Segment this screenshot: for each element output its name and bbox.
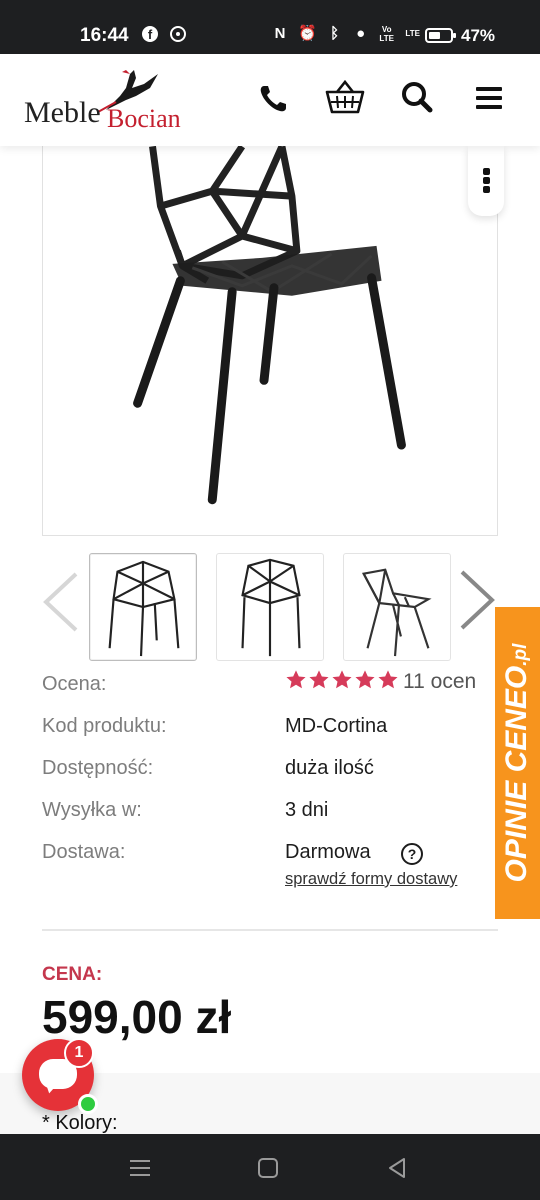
menu-button[interactable] — [467, 76, 511, 120]
cart-button[interactable] — [323, 76, 367, 120]
star-icon — [286, 670, 306, 689]
shipping-time-label: Wysyłka w: — [42, 799, 142, 821]
dot-icon — [483, 177, 490, 184]
phone-icon — [260, 86, 286, 112]
home-icon — [258, 1158, 278, 1178]
chair-thumbnail — [108, 560, 180, 657]
recents-button[interactable] — [126, 1154, 154, 1182]
phone-button[interactable] — [252, 76, 296, 120]
more-options-button[interactable] — [468, 146, 504, 216]
rating-stars — [285, 669, 399, 691]
battery-percent: 47% — [461, 26, 496, 45]
online-status-indicator — [78, 1094, 98, 1114]
system-navigation-bar — [0, 1134, 540, 1200]
back-button[interactable] — [383, 1154, 411, 1182]
menu-icon — [476, 87, 502, 109]
chair-image — [133, 144, 406, 505]
colors-label: * Kolory: — [42, 1112, 118, 1134]
star-icon — [332, 670, 352, 689]
facebook-icon: f — [142, 26, 158, 42]
delivery-options-link[interactable]: sprawdź formy dostawy — [285, 870, 457, 889]
home-button[interactable] — [254, 1154, 282, 1182]
signal-icon: LTE — [405, 29, 420, 38]
product-price: 599,00 zł — [42, 991, 232, 1043]
ceneo-tab-label: OPINIE CENEO.pl — [500, 644, 534, 883]
site-header: Meble Bocian — [0, 54, 540, 146]
podcast-icon — [170, 26, 186, 42]
thumbnail-prev-button[interactable] — [40, 572, 80, 632]
rating-label: Ocena: — [42, 673, 107, 695]
thumbnail-3[interactable] — [343, 553, 451, 661]
dot-icon — [483, 186, 490, 193]
ceneo-reviews-tab[interactable]: OPINIE CENEO.pl — [495, 607, 540, 919]
logo-text-bocian: Bocian — [107, 104, 181, 133]
shipping-time-value: 3 dni — [285, 799, 329, 821]
chevron-right-icon — [460, 570, 495, 630]
star-icon — [309, 670, 329, 689]
chevron-left-icon — [43, 572, 78, 632]
search-icon — [402, 82, 433, 113]
product-code-value: MD-Cortina — [285, 715, 388, 737]
volte-icon: Vo LTE — [379, 25, 394, 43]
nfc-icon: N — [274, 25, 286, 42]
product-main-image[interactable] — [42, 144, 498, 536]
ceneo-text: OPINIE CENEO — [500, 665, 533, 883]
chair-thumbnail — [241, 558, 301, 657]
price-label: CENA: — [42, 964, 103, 985]
alarm-icon: ⏰ — [298, 25, 317, 42]
thumbnail-1[interactable] — [89, 553, 197, 661]
star-icon — [378, 670, 398, 689]
chair-thumbnail — [361, 568, 432, 657]
battery-icon — [425, 28, 456, 43]
back-icon — [389, 1158, 405, 1178]
dot-icon — [483, 168, 490, 175]
ceneo-suffix: .pl — [510, 643, 531, 666]
help-icon[interactable]: ? — [401, 843, 423, 865]
divider — [42, 929, 498, 931]
chat-unread-badge: 1 — [64, 1038, 94, 1068]
thumbnail-2[interactable] — [216, 553, 324, 661]
search-button[interactable] — [395, 76, 439, 120]
location-icon: ● — [356, 25, 366, 42]
availability-label: Dostępność: — [42, 757, 154, 779]
thumbnail-next-button[interactable] — [458, 570, 498, 630]
delivery-label: Dostawa: — [42, 841, 126, 863]
status-time: 16:44 — [80, 25, 129, 46]
bluetooth-icon: ᛒ — [330, 25, 340, 42]
basket-icon — [325, 79, 365, 114]
logo-text-meble: Meble — [24, 96, 101, 129]
star-icon — [355, 670, 375, 689]
recents-icon — [130, 1160, 150, 1176]
product-code-label: Kod produktu: — [42, 715, 167, 737]
delivery-value: Darmowa — [285, 841, 371, 863]
availability-value: duża ilość — [285, 757, 374, 779]
site-logo[interactable]: Meble Bocian — [24, 66, 194, 136]
status-bar: 16:44 f N ⏰ ᛒ ● Vo LTE LTE 47% — [0, 0, 540, 54]
rating-count[interactable]: 11 ocen — [403, 670, 476, 694]
